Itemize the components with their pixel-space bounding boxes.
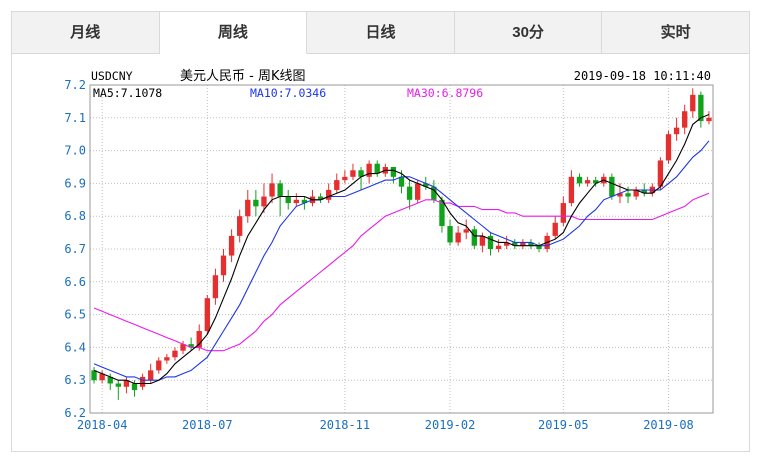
y-tick-label: 6.4 [64, 340, 86, 354]
candle-body [212, 275, 219, 299]
candle-body [334, 180, 340, 190]
y-tick-label: 7.2 [64, 78, 86, 92]
candle-body [245, 199, 251, 217]
candle-body [285, 196, 291, 204]
ma10-line [93, 140, 710, 381]
candle-body [131, 383, 138, 391]
candle-body [220, 255, 227, 276]
chart-title: 美元人民币 - 周K线图 [180, 69, 305, 84]
x-tick-label: 2018-07 [182, 418, 233, 432]
y-tick-label: 6.3 [64, 373, 86, 387]
candle-body [269, 183, 275, 197]
candle-body [479, 235, 486, 246]
candle-body [560, 203, 566, 223]
candle-body [495, 245, 502, 249]
y-tick-label: 6.7 [64, 242, 86, 256]
ma5-value: MA5:7.1078 [93, 86, 162, 100]
candle-body [350, 170, 356, 177]
candle-body [374, 163, 380, 174]
candle-body [665, 134, 672, 161]
candle-body [447, 226, 453, 243]
candle-body [673, 127, 680, 135]
y-tick-label: 6.5 [64, 308, 86, 322]
candle-body [390, 167, 397, 177]
candle-body [690, 94, 696, 112]
candle-body [156, 360, 162, 371]
candle-body [172, 350, 178, 358]
candle-body [228, 235, 235, 256]
candle-body [204, 298, 210, 331]
candle-body [164, 357, 170, 361]
candle-body [471, 229, 477, 246]
candle-body [584, 180, 591, 184]
ma30-line [93, 192, 710, 352]
x-tick-label: 2019-02 [425, 418, 476, 432]
y-tick-label: 6.8 [64, 209, 86, 223]
candle-body [115, 383, 121, 387]
y-tick-label: 6.9 [64, 176, 86, 190]
x-tick-label: 2019-05 [538, 418, 589, 432]
y-tick-label: 7.1 [64, 111, 86, 125]
candle-body [237, 216, 243, 236]
candle-body [609, 176, 615, 197]
candle-body [342, 176, 348, 181]
y-tick-label: 6.6 [64, 275, 86, 289]
y-tick-label: 7.0 [64, 144, 86, 158]
candle-body [91, 370, 97, 381]
timestamp: 2019-09-18 10:11:40 [574, 69, 711, 83]
x-tick-label: 2018-11 [320, 418, 371, 432]
candle-body [455, 232, 461, 243]
candle-body [326, 189, 332, 200]
ma30-value: MA30:6.8796 [407, 86, 483, 100]
candle-body [277, 183, 283, 197]
symbol-label: USDCNY [91, 69, 133, 83]
candle-body [253, 199, 259, 207]
candle-body [261, 196, 267, 207]
candle-body [625, 193, 631, 197]
candle-body [139, 376, 146, 387]
x-tick-label: 2018-04 [77, 418, 128, 432]
candle-body [398, 176, 405, 187]
candle-body [148, 370, 154, 381]
x-tick-label: 2019-08 [643, 418, 694, 432]
candle-body [552, 222, 558, 236]
candle-body [463, 229, 469, 233]
candle-body [682, 111, 688, 128]
candle-body [568, 176, 575, 204]
candle-body [576, 176, 583, 184]
candlestick-chart: 6.26.36.46.56.66.76.86.97.07.17.2 2018-0… [64, 69, 714, 432]
candle-body [706, 117, 712, 122]
candle-body [415, 183, 421, 200]
candle-body [293, 199, 299, 204]
candle-body [406, 186, 413, 200]
ma10-value: MA10:7.0346 [250, 86, 326, 100]
